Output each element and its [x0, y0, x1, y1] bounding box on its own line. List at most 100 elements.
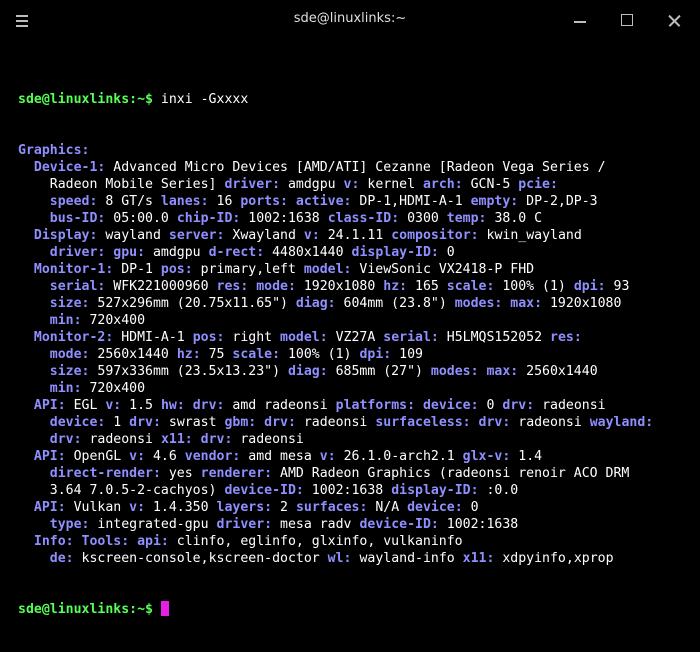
field-key: res: mode:	[216, 279, 304, 294]
output-line: drv: radeonsi x11: drv: radeonsi	[18, 431, 700, 448]
field-key: Info: Tools: api:	[18, 534, 177, 549]
field-key: API:	[18, 500, 74, 515]
field-value: mesa radv	[280, 517, 360, 532]
field-value: 75	[208, 347, 233, 362]
field-key: scale:	[232, 347, 288, 362]
output-line: size: 597x336mm (23.5x13.23") diag: 685m…	[18, 363, 700, 380]
field-key: serial:	[18, 279, 114, 294]
field-key: renderer:	[200, 466, 281, 481]
field-key: driver: gpu:	[18, 245, 153, 260]
field-key: vendor:	[184, 449, 249, 464]
field-value: 527x296mm (20.75x11.65")	[97, 296, 296, 311]
field-key: pos:	[192, 330, 233, 345]
field-key: x11:	[462, 551, 503, 566]
output-line: serial: WFK221000960 res: mode: 1920x108…	[18, 278, 700, 295]
field-key: hw: drv:	[160, 398, 233, 413]
field-key: API:	[18, 398, 74, 413]
close-icon[interactable]	[664, 10, 686, 32]
field-value: 2560x1440	[526, 364, 598, 379]
field-value: 1002:1638	[446, 517, 519, 532]
field-key: Monitor-1:	[18, 262, 122, 277]
field-value: :0.0	[486, 483, 519, 498]
maximize-icon[interactable]	[617, 10, 639, 32]
field-value: DP-2,DP-3	[526, 194, 598, 209]
terminal-output[interactable]: sde@linuxlinks:~$ inxi -Gxxxx Graphics: …	[18, 57, 700, 617]
field-value: 1.4	[518, 449, 543, 464]
field-key: server:	[168, 228, 233, 243]
field-value: 1.4.350	[152, 500, 217, 515]
field-value: 1002:1638	[248, 211, 328, 226]
output-line: API: Vulkan v: 1.4.350 layers: 2 surface…	[18, 499, 700, 516]
field-key: v:	[105, 398, 130, 413]
field-key: v:	[129, 500, 153, 515]
field-value: radeonsi	[240, 432, 304, 447]
field-value: kernel	[367, 177, 423, 192]
field-key: drv:	[502, 398, 543, 413]
field-value: 4.6	[152, 449, 185, 464]
field-value: 685mm (27")	[335, 364, 431, 379]
field-key: device-ID:	[359, 517, 447, 532]
field-key: device:	[18, 415, 114, 430]
field-value: kscreen-console,kscreen-doctor	[81, 551, 328, 566]
field-value: 0	[446, 245, 455, 260]
field-value: VZ27A	[335, 330, 384, 345]
field-value: radeonsi	[542, 398, 606, 413]
field-key: empty:	[470, 194, 527, 209]
field-key: modes: max:	[430, 364, 527, 379]
field-value: right	[232, 330, 281, 345]
terminal-window: sde@linuxlinks:~ sde@linuxlinks:~$ inxi …	[0, 0, 700, 617]
field-value: Xwayland	[232, 228, 304, 243]
field-value: 0300	[407, 211, 447, 226]
field-key: min:	[18, 313, 90, 328]
field-key: v:	[129, 449, 153, 464]
field-key: d-rect:	[208, 245, 273, 260]
field-value: AMD Radeon Graphics (radeonsi renoir ACO…	[280, 466, 630, 481]
output-line: API: OpenGL v: 4.6 vendor: amd mesa v: 2…	[18, 448, 700, 465]
field-value: GCN-5	[470, 177, 519, 192]
field-key: Device-1:	[18, 160, 114, 175]
output-line: speed: 8 GT/s lanes: 16 ports: active: D…	[18, 193, 700, 210]
field-key: res:	[550, 330, 582, 345]
output-line: bus-ID: 05:00.0 chip-ID: 1002:1638 class…	[18, 210, 700, 227]
field-value: DP-1,HDMI-A-1	[359, 194, 471, 209]
field-key: arch:	[422, 177, 471, 192]
minimize-icon[interactable]	[570, 10, 592, 32]
output-line: direct-render: yes renderer: AMD Radeon …	[18, 465, 700, 482]
field-value: 100% (1)	[502, 279, 574, 294]
field-value: 24.1.11	[327, 228, 392, 243]
field-key: de:	[18, 551, 82, 566]
output-line: min: 720x400	[18, 380, 700, 397]
field-value: wayland-info	[359, 551, 463, 566]
inxi-output: Graphics: Device-1: Advanced Micro Devic…	[18, 142, 700, 567]
shell-prompt: sde@linuxlinks:~$	[18, 92, 153, 107]
field-key: dpi:	[359, 347, 400, 362]
final-prompt-line: sde@linuxlinks:~$	[18, 601, 700, 618]
title-bar[interactable]: sde@linuxlinks:~	[0, 0, 700, 42]
field-key: Graphics:	[18, 143, 90, 158]
output-line: Graphics:	[18, 142, 700, 159]
field-value: 38.0 C	[494, 211, 543, 226]
field-key: drv:	[129, 415, 169, 430]
field-key: platforms: device:	[335, 398, 487, 413]
field-key: temp:	[446, 211, 495, 226]
field-value: 16	[216, 194, 241, 209]
command-text: inxi -Gxxxx	[152, 92, 249, 107]
field-key: type:	[18, 517, 98, 532]
field-key: chip-ID:	[176, 211, 249, 226]
field-key: pos:	[160, 262, 201, 277]
field-value: primary,left	[200, 262, 304, 277]
field-value: WFK221000960	[113, 279, 217, 294]
field-key: dpi:	[573, 279, 614, 294]
field-value: 93	[613, 279, 630, 294]
field-value: HDMI-A-1	[121, 330, 193, 345]
field-key: API:	[18, 449, 74, 464]
field-value: 1	[113, 415, 130, 430]
field-value: 26.1.0-arch2.1	[343, 449, 463, 464]
field-value: amd radeonsi	[232, 398, 336, 413]
field-key: driver:	[216, 517, 281, 532]
field-key: device-ID:	[224, 483, 312, 498]
field-key: wl:	[327, 551, 360, 566]
field-key: min:	[18, 381, 90, 396]
output-line: Monitor-2: HDMI-A-1 pos: right model: VZ…	[18, 329, 700, 346]
field-key: surfaces:	[295, 500, 376, 515]
